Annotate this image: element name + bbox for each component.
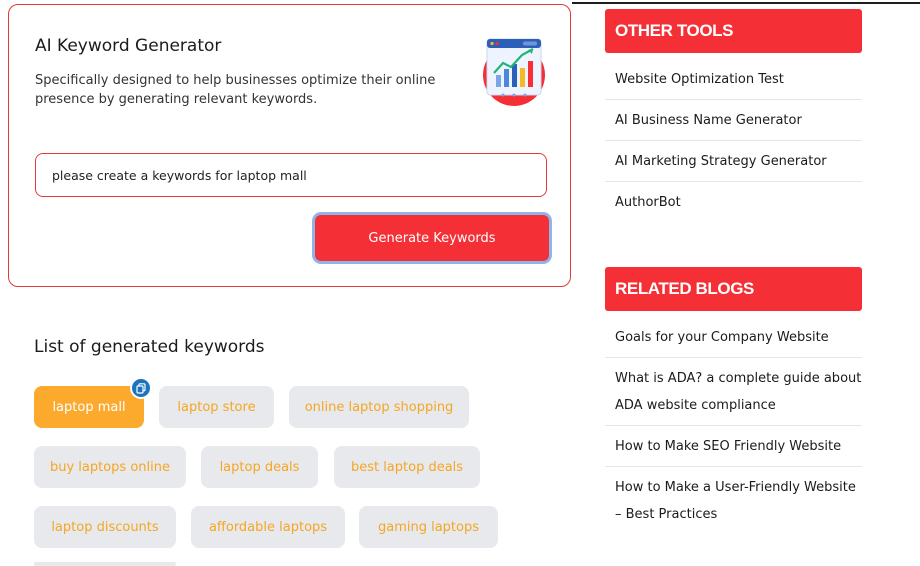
sidebar-link-ai-marketing-strategy-generator[interactable]: AI Marketing Strategy Generator <box>605 141 862 182</box>
keyword-chip-partial[interactable] <box>34 562 176 566</box>
generator-title: AI Keyword Generator <box>35 36 222 56</box>
blog-link-seo-friendly-website[interactable]: How to Make SEO Friendly Website <box>605 426 862 467</box>
sidebar-link-ai-business-name-generator[interactable]: AI Business Name Generator <box>605 100 862 141</box>
keyword-prompt-input[interactable] <box>35 153 547 197</box>
keyword-chip[interactable]: laptop mall <box>34 386 144 428</box>
keyword-chip[interactable]: laptop store <box>159 386 274 428</box>
keyword-generator-card: AI Keyword Generator Specifically design… <box>8 4 571 287</box>
copy-keyword-button[interactable] <box>130 377 152 399</box>
analytics-chart-icon <box>483 38 545 106</box>
blog-link-user-friendly-website[interactable]: How to Make a User-Friendly Website – Be… <box>605 467 862 535</box>
generator-description: Specifically designed to help businesses… <box>35 73 436 107</box>
keyword-chip[interactable]: best laptop deals <box>334 446 480 488</box>
keyword-chip[interactable]: gaming laptops <box>359 506 498 548</box>
blog-link-ada-compliance[interactable]: What is ADA? a complete guide about ADA … <box>605 358 862 426</box>
copy-icon <box>136 382 146 394</box>
keyword-chip[interactable]: buy laptops online <box>34 446 186 488</box>
keyword-chip[interactable]: online laptop shopping <box>289 386 469 428</box>
top-divider <box>572 2 920 4</box>
related-blogs-header: RELATED BLOGS <box>605 267 862 311</box>
keyword-chip[interactable]: affordable laptops <box>191 506 345 548</box>
keyword-chip[interactable]: laptop deals <box>201 446 318 488</box>
sidebar-link-authorbot[interactable]: AuthorBot <box>605 182 862 223</box>
generate-keywords-button[interactable]: Generate Keywords <box>315 215 549 261</box>
keywords-heading: List of generated keywords <box>34 337 265 357</box>
keyword-chip[interactable]: laptop discounts <box>34 506 176 548</box>
blog-link-company-website-goals[interactable]: Goals for your Company Website <box>605 317 862 358</box>
sidebar-link-website-optimization-test[interactable]: Website Optimization Test <box>605 59 862 100</box>
other-tools-header: OTHER TOOLS <box>605 9 862 53</box>
